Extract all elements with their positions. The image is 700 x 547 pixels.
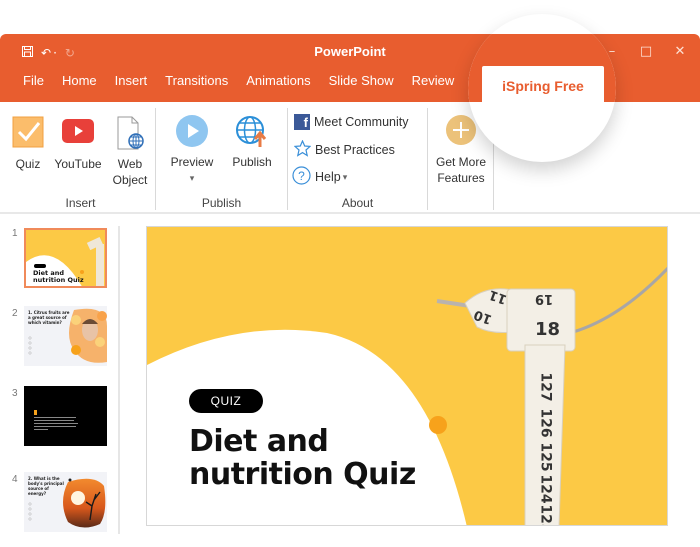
meet-community-button[interactable]: f Meet Community — [294, 114, 408, 130]
help-button[interactable]: ? Help ▾ — [292, 166, 347, 188]
help-label: Help — [315, 170, 341, 184]
slide-title[interactable]: Diet and nutrition Quiz — [189, 425, 416, 491]
tab-file[interactable]: File — [14, 73, 53, 88]
group-label-insert: Insert — [65, 196, 96, 210]
thumb-1-title: Diet and nutrition Quiz — [33, 269, 84, 284]
slide-title-line1: Diet and — [189, 424, 329, 459]
youtube-button[interactable]: YouTube — [50, 116, 106, 172]
best-practices-label: Best Practices — [315, 143, 395, 157]
tape-number: 125 — [537, 442, 554, 472]
get-more-features-line1: Get More — [435, 155, 486, 169]
slide-canvas[interactable]: 10 11 19 18 127 126 125 124 123 QUIZ Die… — [146, 226, 668, 526]
window-controls: – □ ✕ — [604, 44, 688, 59]
group-label-about: About — [341, 196, 374, 210]
tape-number: 18 — [535, 319, 561, 340]
tape-number: 123 — [537, 504, 554, 526]
tab-home[interactable]: Home — [53, 73, 106, 88]
slide-thumbnail-3[interactable] — [24, 386, 107, 446]
slides-panel-divider[interactable] — [118, 226, 120, 534]
youtube-icon — [61, 116, 95, 150]
slide-number-4: 4 — [12, 474, 18, 485]
quiz-icon — [11, 116, 45, 150]
slide-thumbnail-2[interactable]: 1. Citrus fruits are a great source of w… — [24, 306, 107, 366]
ribbon-group-insert: Quiz YouTube Web Object Insert — [6, 108, 156, 210]
tape-number: 124 — [537, 474, 554, 504]
tab-insert[interactable]: Insert — [106, 73, 157, 88]
publish-label: Publish — [232, 155, 272, 169]
youtube-label: YouTube — [54, 157, 102, 171]
slide-title-line2: nutrition Quiz — [189, 457, 416, 492]
tape-number: 19 — [535, 291, 554, 306]
group-label-publish: Publish — [201, 196, 242, 210]
quiz-button[interactable]: Quiz — [10, 116, 46, 172]
slide-number-1: 1 — [12, 228, 18, 239]
tab-ispring-free[interactable]: iSpring Free — [482, 66, 604, 104]
ribbon-tabs: File Home Insert Transitions Animations … — [14, 73, 463, 88]
web-object-button[interactable]: Web Object — [108, 116, 152, 188]
get-more-features-line2: Features — [437, 171, 485, 185]
web-object-label-line1: Web — [117, 157, 143, 171]
thumb-2-title: 1. Citrus fruits are a great source of w… — [28, 310, 70, 325]
tab-review[interactable]: Review — [403, 73, 464, 88]
meet-community-label: Meet Community — [314, 115, 409, 129]
preview-label: Preview — [170, 155, 214, 169]
tape-number: 127 — [537, 372, 554, 402]
slide-thumbnail-4[interactable]: 2. What is the body's principal source o… — [24, 472, 107, 532]
tape-number: 126 — [537, 408, 554, 438]
svg-text:?: ? — [298, 169, 305, 183]
help-dropdown-icon[interactable]: ▾ — [343, 172, 348, 183]
best-practices-button[interactable]: Best Practices — [293, 139, 395, 160]
ispring-spotlight: iSpring Free — [468, 14, 616, 162]
publish-globe-icon — [235, 114, 269, 148]
quiz-label: Quiz — [15, 157, 41, 171]
slide-number-2: 2 — [12, 308, 18, 319]
slide-thumbnail-1[interactable]: Diet and nutrition Quiz — [24, 228, 107, 288]
thumb-3-art — [24, 386, 107, 446]
maximize-button[interactable]: □ — [638, 44, 654, 59]
plus-circle-icon — [444, 114, 478, 148]
tab-slide-show[interactable]: Slide Show — [320, 73, 403, 88]
preview-dropdown-icon[interactable]: ▾ — [166, 170, 218, 186]
accent-dot — [429, 416, 447, 434]
preview-icon — [175, 114, 209, 148]
slide-number-3: 3 — [12, 388, 18, 399]
thumb-4-title: 2. What is the body's principal source o… — [28, 476, 64, 496]
close-button[interactable]: ✕ — [672, 44, 688, 59]
ribbon-group-publish: Preview ▾ Publish Publish — [156, 108, 288, 210]
help-icon: ? — [292, 166, 311, 188]
star-icon — [293, 139, 312, 160]
web-object-label-line2: Object — [112, 173, 148, 187]
web-object-icon — [113, 116, 147, 150]
quiz-badge: QUIZ — [189, 389, 263, 413]
facebook-icon: f — [294, 114, 310, 130]
ribbon-group-about: f Meet Community Best Practices ? Help ▾… — [288, 108, 428, 210]
preview-button[interactable]: Preview ▾ — [166, 114, 218, 186]
tab-transitions[interactable]: Transitions — [156, 73, 237, 88]
tab-animations[interactable]: Animations — [237, 73, 319, 88]
publish-button[interactable]: Publish — [226, 114, 278, 170]
